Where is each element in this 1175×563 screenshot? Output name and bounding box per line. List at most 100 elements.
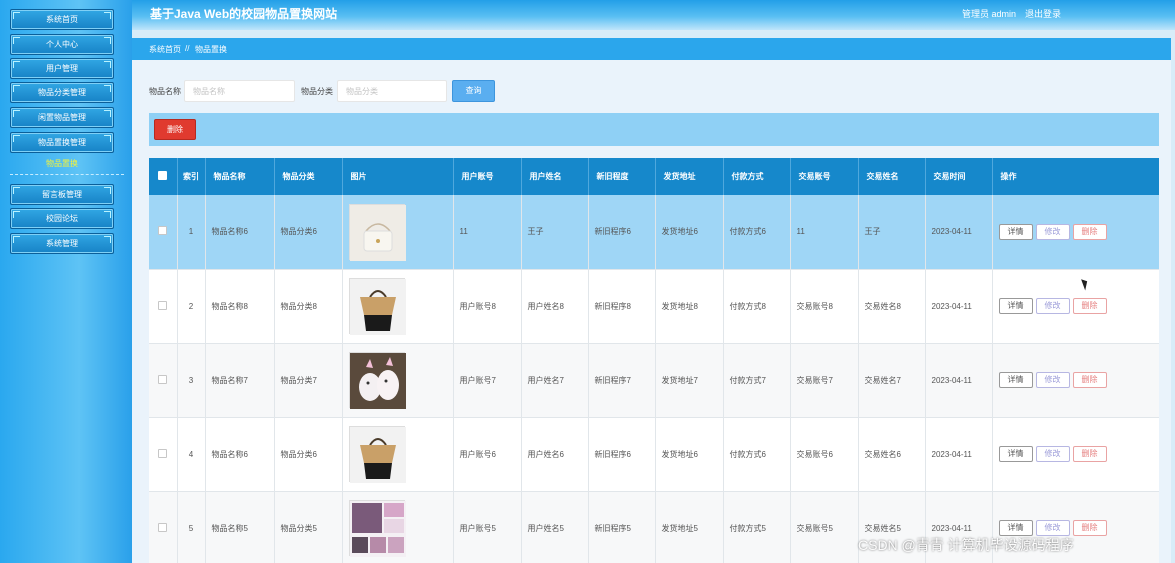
- row-actions-cell: 详情 修改 删除: [992, 343, 1159, 418]
- col-trade-name: 交易姓名: [858, 158, 926, 195]
- table-row[interactable]: 4 物品名称6 物品分类6 用户账号6 用户姓名6 新旧程序6 发货地址6 付款方式6 交易账号…: [149, 417, 1159, 492]
- condition-cell: 新旧程序6: [588, 417, 656, 492]
- col-trade-account: 交易账号: [790, 158, 859, 195]
- trade-time-cell: 2023-04-11: [925, 417, 993, 492]
- row-checkbox[interactable]: [158, 374, 168, 384]
- trade-account-cell: 交易账号7: [790, 343, 859, 418]
- row-select-cell[interactable]: [149, 195, 178, 270]
- row-checkbox[interactable]: [158, 448, 168, 458]
- name-search-input[interactable]: [184, 80, 295, 102]
- item-thumbnail: [348, 500, 406, 557]
- user-name-cell: 用户姓名5: [521, 491, 589, 563]
- item-name-cell: 物品名称6: [205, 195, 275, 270]
- address-cell: 发货地址6: [655, 417, 724, 492]
- payment-cell: 付款方式5: [723, 491, 791, 563]
- detail-button[interactable]: 详情: [998, 223, 1033, 240]
- row-checkbox[interactable]: [158, 226, 168, 236]
- table-row[interactable]: 3 物品名称7 物品分类7 用户账号7 用户姓名7 新旧程序7 发货地址7 付款方式7 交易账号…: [149, 343, 1159, 418]
- payment-cell: 付款方式7: [723, 343, 791, 418]
- col-trade-time: 交易时间: [925, 158, 993, 195]
- col-condition: 新旧程度: [588, 158, 656, 195]
- current-user: 管理员 admin: [962, 9, 1017, 19]
- col-address: 发货地址: [655, 158, 724, 195]
- condition-cell: 新旧程序7: [588, 343, 656, 418]
- sidebar-item-home[interactable]: 系统首页: [10, 9, 114, 30]
- edit-button[interactable]: 修改: [1035, 298, 1070, 314]
- row-index-cell: 1: [177, 195, 206, 270]
- sidebar-divider: [10, 174, 124, 175]
- search-button[interactable]: 查询: [452, 80, 495, 102]
- item-name-cell: 物品名称7: [205, 343, 275, 418]
- item-category-cell: 物品分类7: [274, 343, 343, 418]
- sidebar-item-category[interactable]: 物品分类管理: [10, 82, 114, 103]
- table-row[interactable]: 2 物品名称8 物品分类8 用户账号8 用户姓名8 新旧程序8 发货地址8 付款方式8 交易账号…: [149, 269, 1159, 344]
- sidebar-item-users[interactable]: 用户管理: [10, 58, 114, 79]
- col-payment: 付款方式: [723, 158, 791, 195]
- sidebar-item-exchange[interactable]: 物品置换管理: [10, 132, 114, 153]
- table-row[interactable]: 1 物品名称6 物品分类6 11 王子 新旧程序6 发货地址6 付款方式6 11 王子 2023-0…: [149, 195, 1159, 270]
- item-category-cell: 物品分类5: [274, 491, 343, 563]
- row-select-cell[interactable]: [149, 417, 178, 492]
- category-search-input[interactable]: [337, 80, 447, 102]
- delete-button[interactable]: 删除: [1072, 372, 1107, 388]
- row-index-cell: 3: [177, 343, 206, 418]
- user-name-cell: 用户姓名7: [521, 343, 589, 418]
- row-actions-cell: 详情 修改 删除: [992, 195, 1159, 270]
- address-cell: 发货地址6: [655, 195, 724, 270]
- delete-button[interactable]: 删除: [1072, 223, 1107, 240]
- delete-button[interactable]: 删除: [1072, 298, 1107, 314]
- row-select-cell[interactable]: [149, 343, 178, 418]
- logout-link[interactable]: 退出登录: [1025, 7, 1061, 20]
- detail-button[interactable]: 详情: [998, 446, 1033, 462]
- edit-button[interactable]: 修改: [1035, 446, 1070, 462]
- payment-cell: 付款方式6: [723, 417, 791, 492]
- row-select-cell[interactable]: [149, 269, 178, 344]
- select-all-checkbox[interactable]: [158, 171, 168, 180]
- detail-button[interactable]: 详情: [998, 520, 1033, 536]
- row-actions-cell: 详情 修改 删除: [992, 417, 1159, 492]
- user-account-cell: 用户账号6: [453, 417, 522, 492]
- edit-button[interactable]: 修改: [1035, 223, 1070, 240]
- select-all-header[interactable]: [149, 158, 178, 195]
- item-image-cell: [342, 269, 454, 344]
- sidebar-item-idle-items[interactable]: 闲置物品管理: [10, 107, 114, 128]
- sidebar-item-system[interactable]: 系统管理: [10, 233, 114, 254]
- payment-cell: 付款方式8: [723, 269, 791, 344]
- toolbar: 删除: [149, 113, 1159, 146]
- item-image-cell: [342, 491, 454, 563]
- item-name-cell: 物品名称5: [205, 491, 275, 563]
- bulk-delete-button[interactable]: 删除: [154, 119, 196, 140]
- edit-button[interactable]: 修改: [1035, 520, 1070, 536]
- exchange-table: 索引 物品名称 物品分类 图片 用户账号 用户姓名 新旧程度 发货地址 付款方式…: [149, 158, 1159, 563]
- trade-name-cell: 交易姓名8: [858, 269, 926, 344]
- edit-button[interactable]: 修改: [1035, 372, 1070, 388]
- user-name-cell: 王子: [521, 195, 589, 270]
- col-image: 图片: [342, 158, 454, 195]
- breadcrumb-current: 物品置换: [195, 45, 227, 54]
- delete-button[interactable]: 删除: [1072, 520, 1107, 536]
- sidebar: 系统首页 个人中心 用户管理 物品分类管理 闲置物品管理 物品置换管理 物品置换…: [0, 0, 132, 563]
- col-user-account: 用户账号: [453, 158, 522, 195]
- delete-button[interactable]: 删除: [1072, 446, 1107, 462]
- sidebar-item-forum[interactable]: 校园论坛: [10, 208, 114, 229]
- trade-name-cell: 交易姓名7: [858, 343, 926, 418]
- row-checkbox[interactable]: [158, 300, 168, 310]
- condition-cell: 新旧程序5: [588, 491, 656, 563]
- col-name: 物品名称: [205, 158, 275, 195]
- row-checkbox[interactable]: [158, 522, 168, 532]
- item-image-cell: [342, 195, 454, 270]
- col-user-name: 用户姓名: [521, 158, 589, 195]
- row-select-cell[interactable]: [149, 491, 178, 563]
- trade-time-cell: 2023-04-11: [925, 195, 993, 270]
- sidebar-item-profile[interactable]: 个人中心: [10, 34, 114, 55]
- col-actions: 操作: [992, 158, 1159, 195]
- condition-cell: 新旧程序8: [588, 269, 656, 344]
- watermark: CSDN @青青 计算机毕设源码程序: [858, 537, 1074, 553]
- detail-button[interactable]: 详情: [998, 298, 1033, 314]
- breadcrumb-home[interactable]: 系统首页: [149, 44, 181, 55]
- sidebar-subitem-exchange[interactable]: 物品置换: [10, 158, 114, 170]
- sidebar-item-messages[interactable]: 留言板管理: [10, 184, 114, 205]
- payment-cell: 付款方式6: [723, 195, 791, 270]
- address-cell: 发货地址8: [655, 269, 724, 344]
- detail-button[interactable]: 详情: [998, 372, 1033, 388]
